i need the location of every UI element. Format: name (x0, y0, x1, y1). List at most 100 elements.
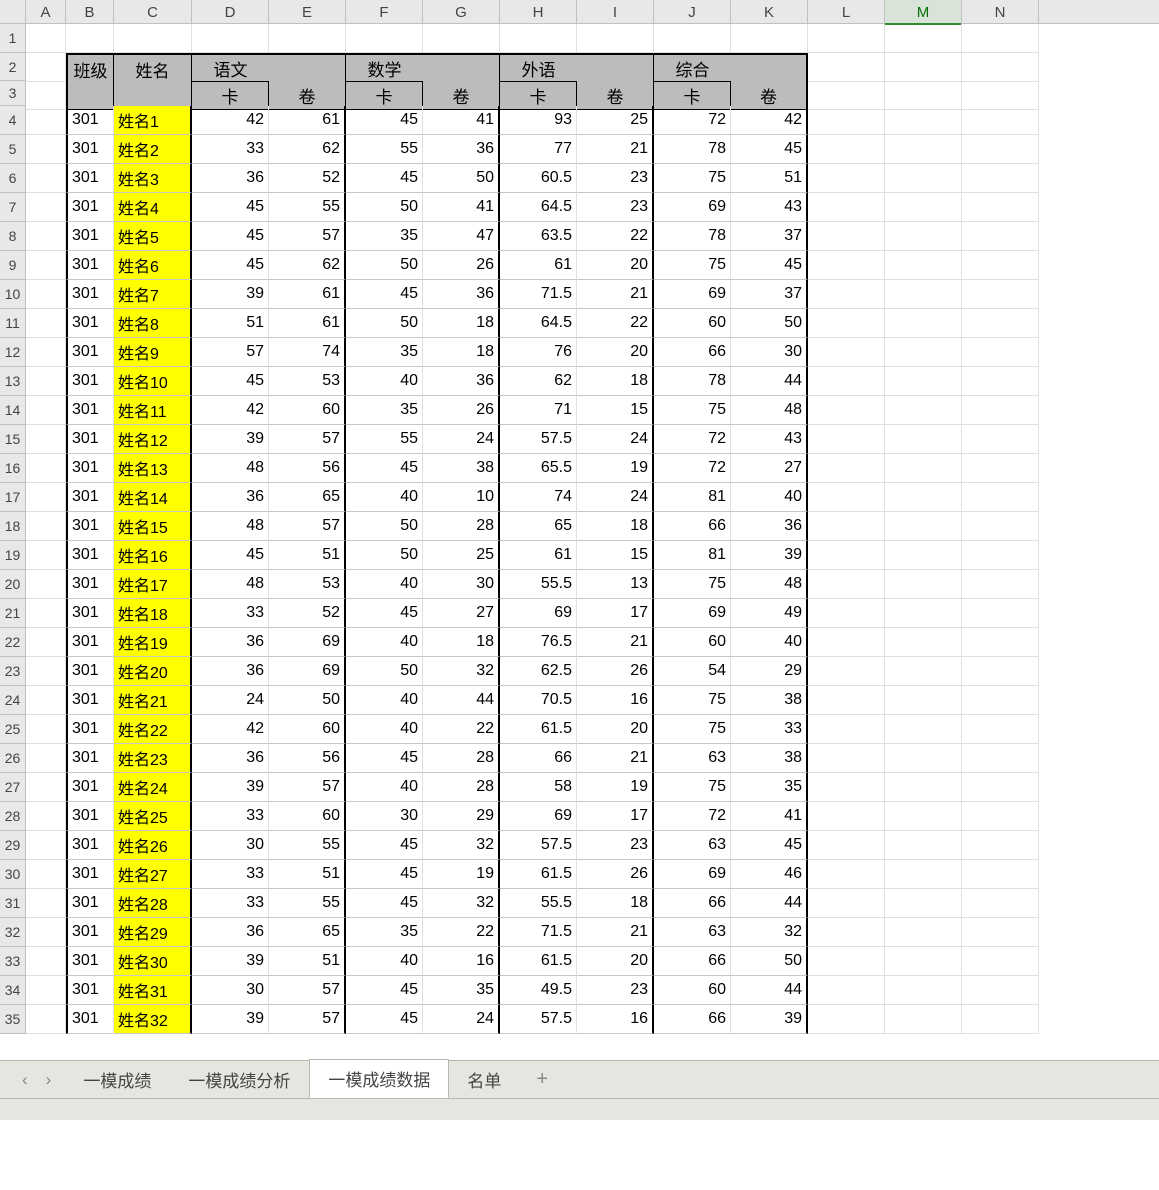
row-header-34[interactable]: 34 (0, 976, 26, 1005)
cell-e[interactable]: 57 (269, 425, 346, 454)
cell-j[interactable]: 81 (654, 541, 731, 570)
cell-d[interactable]: 39 (192, 1005, 269, 1034)
empty-cell[interactable] (26, 280, 66, 309)
cell-j[interactable]: 75 (654, 773, 731, 802)
cell-j[interactable]: 66 (654, 947, 731, 976)
cell-j[interactable]: 72 (654, 802, 731, 831)
empty-cell[interactable] (114, 24, 192, 53)
cell-g[interactable]: 18 (423, 338, 500, 367)
cell-e[interactable]: 56 (269, 744, 346, 773)
cell-i[interactable]: 16 (577, 1005, 654, 1034)
cell-name[interactable]: 姓名8 (114, 309, 192, 338)
cell-i[interactable]: 20 (577, 715, 654, 744)
cell-e[interactable]: 55 (269, 831, 346, 860)
cell-name[interactable]: 姓名20 (114, 657, 192, 686)
empty-cell[interactable] (885, 512, 962, 541)
empty-cell[interactable] (26, 251, 66, 280)
cell-h[interactable]: 62.5 (500, 657, 577, 686)
cell-j[interactable]: 63 (654, 744, 731, 773)
empty-cell[interactable] (885, 164, 962, 193)
cell-k[interactable]: 37 (731, 280, 808, 309)
empty-cell[interactable] (885, 947, 962, 976)
empty-cell[interactable] (26, 860, 66, 889)
column-header-L[interactable]: L (808, 0, 885, 24)
empty-cell[interactable] (808, 396, 885, 425)
empty-cell[interactable] (962, 860, 1039, 889)
cell-class[interactable]: 301 (66, 193, 114, 222)
row-header-18[interactable]: 18 (0, 512, 26, 541)
cell-g[interactable]: 35 (423, 976, 500, 1005)
empty-cell[interactable] (808, 686, 885, 715)
cell-e[interactable]: 57 (269, 1005, 346, 1034)
empty-cell[interactable] (962, 628, 1039, 657)
row-header-7[interactable]: 7 (0, 193, 26, 222)
cell-d[interactable]: 36 (192, 657, 269, 686)
cell-f[interactable]: 40 (346, 947, 423, 976)
cell-class[interactable]: 301 (66, 396, 114, 425)
cell-f[interactable]: 35 (346, 338, 423, 367)
cell-e[interactable]: 57 (269, 773, 346, 802)
cell-e[interactable]: 52 (269, 164, 346, 193)
cell-name[interactable]: 姓名7 (114, 280, 192, 309)
cell-name[interactable]: 姓名10 (114, 367, 192, 396)
cell-class[interactable]: 301 (66, 773, 114, 802)
column-header-M[interactable]: M (885, 0, 962, 24)
empty-cell[interactable] (808, 24, 885, 53)
empty-cell[interactable] (885, 24, 962, 53)
cell-i[interactable]: 20 (577, 338, 654, 367)
cell-f[interactable]: 45 (346, 1005, 423, 1034)
empty-cell[interactable] (808, 222, 885, 251)
cell-j[interactable]: 75 (654, 164, 731, 193)
cell-name[interactable]: 姓名23 (114, 744, 192, 773)
cell-k[interactable]: 44 (731, 889, 808, 918)
empty-cell[interactable] (962, 744, 1039, 773)
cell-g[interactable]: 25 (423, 541, 500, 570)
cell-f[interactable]: 45 (346, 280, 423, 309)
row-header-31[interactable]: 31 (0, 889, 26, 918)
cell-f[interactable]: 35 (346, 396, 423, 425)
cell-g[interactable]: 44 (423, 686, 500, 715)
cell-f[interactable]: 45 (346, 889, 423, 918)
empty-cell[interactable] (808, 309, 885, 338)
cell-i[interactable]: 21 (577, 918, 654, 947)
cell-class[interactable]: 301 (66, 918, 114, 947)
cell-f[interactable]: 45 (346, 164, 423, 193)
cell-j[interactable]: 63 (654, 831, 731, 860)
empty-cell[interactable] (808, 106, 885, 135)
cell-h[interactable]: 63.5 (500, 222, 577, 251)
row-header-16[interactable]: 16 (0, 454, 26, 483)
column-header-B[interactable]: B (66, 0, 114, 24)
cell-f[interactable]: 40 (346, 367, 423, 396)
cell-h[interactable]: 60.5 (500, 164, 577, 193)
cell-j[interactable]: 66 (654, 1005, 731, 1034)
cell-class[interactable]: 301 (66, 947, 114, 976)
empty-cell[interactable] (808, 512, 885, 541)
empty-cell[interactable] (26, 918, 66, 947)
cell-j[interactable]: 69 (654, 599, 731, 628)
cell-name[interactable]: 姓名2 (114, 135, 192, 164)
cell-name[interactable]: 姓名22 (114, 715, 192, 744)
cell-class[interactable]: 301 (66, 483, 114, 512)
cell-h[interactable]: 77 (500, 135, 577, 164)
cell-i[interactable]: 13 (577, 570, 654, 599)
cell-name[interactable]: 姓名24 (114, 773, 192, 802)
empty-cell[interactable] (26, 744, 66, 773)
cell-j[interactable]: 75 (654, 251, 731, 280)
cell-e[interactable]: 69 (269, 657, 346, 686)
tab-prev-icon[interactable]: ‹ (22, 1070, 28, 1090)
cell-f[interactable]: 50 (346, 193, 423, 222)
cell-i[interactable]: 19 (577, 454, 654, 483)
cell-k[interactable]: 40 (731, 483, 808, 512)
cell-k[interactable]: 43 (731, 193, 808, 222)
cell-f[interactable]: 55 (346, 135, 423, 164)
cell-k[interactable]: 33 (731, 715, 808, 744)
column-header-C[interactable]: C (114, 0, 192, 24)
cell-k[interactable]: 40 (731, 628, 808, 657)
empty-cell[interactable] (885, 222, 962, 251)
empty-cell[interactable] (885, 135, 962, 164)
row-header-15[interactable]: 15 (0, 425, 26, 454)
cell-d[interactable]: 48 (192, 454, 269, 483)
row-header-29[interactable]: 29 (0, 831, 26, 860)
cell-name[interactable]: 姓名17 (114, 570, 192, 599)
cell-k[interactable]: 46 (731, 860, 808, 889)
